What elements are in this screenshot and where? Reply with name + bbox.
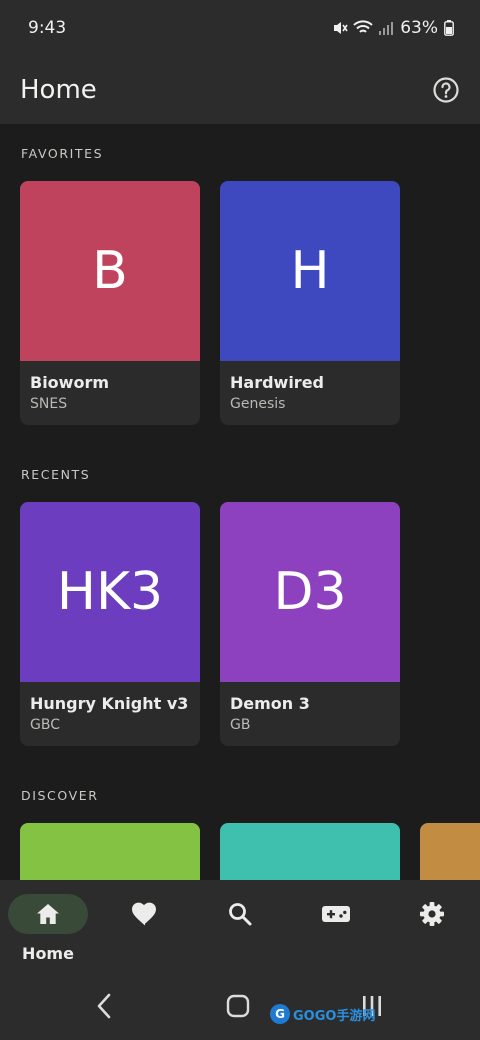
nav-home-pill (8, 894, 88, 934)
system-back-button[interactable] (84, 988, 124, 1024)
nav-favorites[interactable] (104, 894, 184, 964)
game-art: HK3 (20, 502, 200, 682)
status-time: 9:43 (28, 18, 67, 38)
search-icon (229, 903, 252, 926)
mute-icon (334, 22, 348, 34)
discover-card[interactable] (20, 823, 200, 880)
game-title: Hardwired (230, 373, 324, 392)
game-info: Bioworm SNES (20, 361, 200, 412)
battery-percent: 63% (400, 18, 438, 38)
wifi-icon (353, 20, 373, 33)
help-icon (433, 77, 459, 103)
game-info: Demon 3 GB (220, 682, 400, 733)
system-home-button[interactable] (218, 988, 258, 1024)
game-card-bioworm[interactable]: B Bioworm SNES (20, 181, 200, 425)
game-info: Hardwired Genesis (220, 361, 400, 412)
status-bar: 9:43 63% (0, 0, 480, 56)
game-platform: GB (230, 717, 251, 733)
heart-icon (132, 902, 156, 926)
recents-label: RECENTS (21, 467, 91, 482)
game-platform: GBC (30, 717, 60, 733)
nav-search-pill (200, 894, 280, 934)
home-content[interactable]: FAVORITES B Bioworm SNES H Hardwired Gen… (0, 124, 480, 880)
recents-row: HK3 Hungry Knight v3 GBC D3 Demon 3 GB (20, 502, 400, 746)
game-card-demon-3[interactable]: D3 Demon 3 GB (220, 502, 400, 746)
home-square-icon (226, 994, 250, 1018)
watermark-text: GOGO手游网 (293, 1008, 376, 1024)
settings-icon (420, 902, 444, 926)
status-right: 63% (332, 18, 454, 38)
nav-games-pill (296, 894, 376, 934)
nav-settings-pill (392, 894, 472, 934)
game-platform: Genesis (230, 396, 286, 412)
nav-games[interactable] (296, 894, 376, 964)
battery-icon (444, 20, 454, 36)
home-icon (37, 904, 59, 924)
game-platform: SNES (30, 396, 68, 412)
watermark: G GOGO手游网 (270, 1004, 375, 1024)
signal-icon (379, 22, 394, 35)
game-card-hardwired[interactable]: H Hardwired Genesis (220, 181, 400, 425)
back-chevron-icon (97, 993, 111, 1019)
discover-row (20, 823, 480, 880)
nav-home[interactable]: Home (8, 894, 88, 964)
status-icons (332, 20, 394, 36)
help-button[interactable] (430, 74, 462, 106)
page-title: Home (20, 75, 97, 105)
bottom-nav: Home (0, 880, 480, 970)
nav-settings[interactable] (392, 894, 472, 964)
discover-label: DISCOVER (21, 788, 99, 803)
favorites-label: FAVORITES (21, 146, 104, 161)
game-card-hungry-knight-v3[interactable]: HK3 Hungry Knight v3 GBC (20, 502, 200, 746)
watermark-logo-icon: G (270, 1004, 290, 1024)
game-info: Hungry Knight v3 GBC (20, 682, 200, 733)
system-nav-bar (0, 970, 480, 1040)
app-bar: Home (0, 56, 480, 124)
game-art: B (20, 181, 200, 361)
nav-home-label: Home (22, 944, 74, 963)
game-title: Hungry Knight v3 (30, 694, 189, 713)
discover-card[interactable] (420, 823, 480, 880)
gamepad-icon (322, 906, 350, 922)
game-title: Demon 3 (230, 694, 310, 713)
game-art: H (220, 181, 400, 361)
game-art: D3 (220, 502, 400, 682)
discover-card[interactable] (220, 823, 400, 880)
favorites-row: B Bioworm SNES H Hardwired Genesis (20, 181, 400, 425)
game-title: Bioworm (30, 373, 110, 392)
nav-favorites-pill (104, 894, 184, 934)
nav-search[interactable] (200, 894, 280, 964)
